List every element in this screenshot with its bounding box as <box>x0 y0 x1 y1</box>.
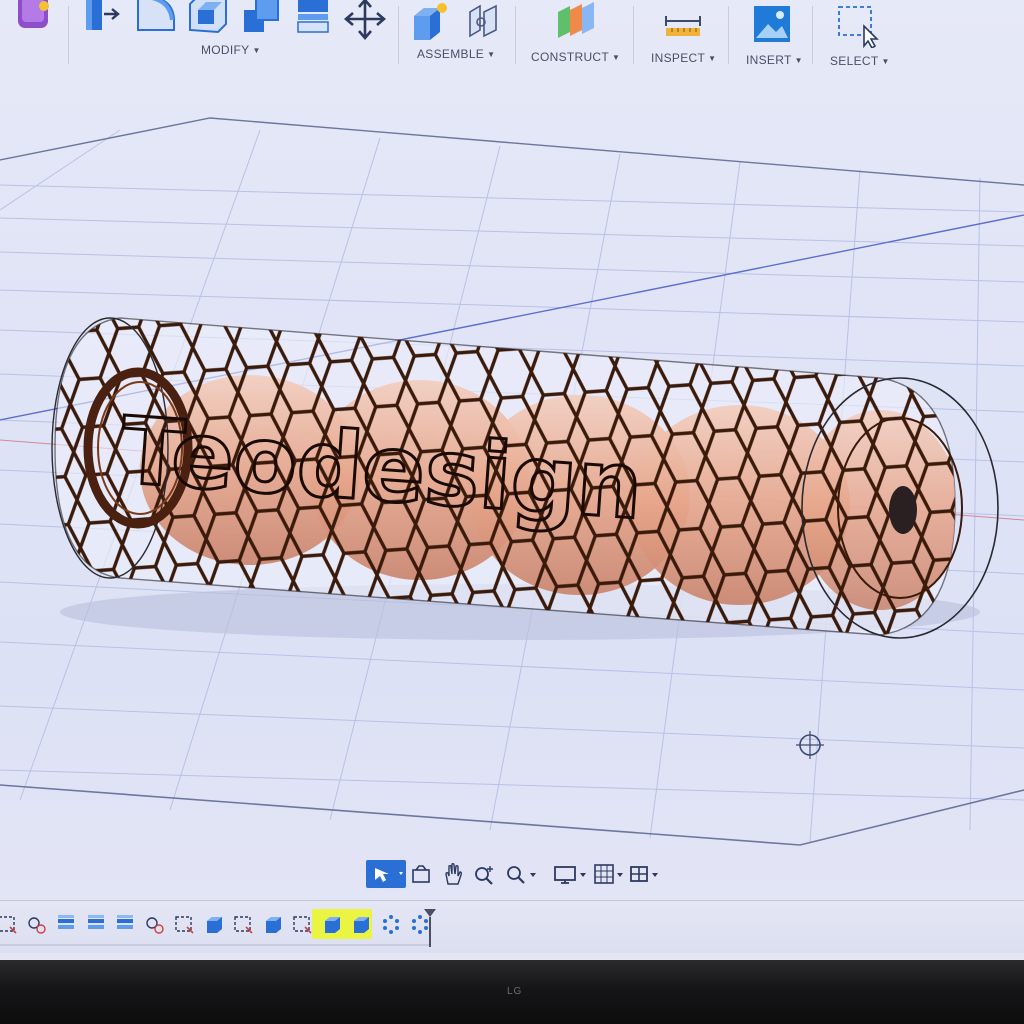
timeline-joint-icon[interactable] <box>26 913 48 935</box>
3d-viewport-canvas[interactable]: Teodesign <box>0 80 1024 860</box>
timeline-bar <box>0 900 1024 953</box>
monitor-brand-logo: LG <box>507 986 523 997</box>
toolbar-separator <box>68 6 69 64</box>
inspect-label: INSPECT <box>651 51 706 65</box>
toolbar-separator <box>812 6 813 64</box>
select-menu[interactable]: SELECT ▼ <box>830 54 890 68</box>
grid-border <box>0 784 1024 846</box>
pan-icon[interactable] <box>442 860 464 888</box>
timeline-joint-icon[interactable] <box>144 913 166 935</box>
create-form-icon[interactable] <box>16 0 54 32</box>
timeline-pattern-icon[interactable] <box>380 913 402 935</box>
assemble-menu[interactable]: ASSEMBLE ▼ <box>417 47 495 61</box>
grid-settings-icon[interactable] <box>592 860 626 888</box>
orbit-center-icon[interactable] <box>796 731 824 759</box>
look-at-icon[interactable] <box>410 860 432 888</box>
move-copy-icon[interactable] <box>344 0 386 40</box>
timeline-body-icon[interactable] <box>203 913 225 935</box>
caret-down-icon: ▼ <box>881 57 890 66</box>
timeline-body-highlighted-icon[interactable] <box>350 913 372 935</box>
caret-down-icon: ▼ <box>708 54 717 63</box>
construct-label: CONSTRUCT <box>531 50 610 64</box>
timeline-sketch-icon[interactable] <box>173 913 195 935</box>
toolbar-separator <box>398 6 399 64</box>
insert-menu[interactable]: INSERT ▼ <box>746 53 803 67</box>
caret-down-icon: ▼ <box>612 53 621 62</box>
timeline-sketch-icon[interactable] <box>232 913 254 935</box>
display-settings-icon[interactable] <box>552 860 590 888</box>
timeline-marker-icon[interactable] <box>422 907 438 949</box>
orbit-icon <box>375 868 403 882</box>
offset-plane-icon[interactable] <box>552 2 598 42</box>
insert-image-icon[interactable] <box>752 4 792 44</box>
orbit-button[interactable] <box>366 860 406 888</box>
end-hole <box>889 486 917 534</box>
construct-menu[interactable]: CONSTRUCT ▼ <box>531 50 620 64</box>
top-toolbar: MODIFY ▼ ASSEMBLE ▼ CONSTRUCT ▼ INSPECT … <box>0 0 1024 80</box>
fusion-window: MODIFY ▼ ASSEMBLE ▼ CONSTRUCT ▼ INSPECT … <box>0 0 1024 960</box>
viewports-icon[interactable] <box>628 860 662 888</box>
zoom-icon[interactable] <box>504 860 538 888</box>
modify-menu[interactable]: MODIFY ▼ <box>201 43 261 57</box>
timeline-sketch-icon[interactable] <box>0 913 18 935</box>
press-pull-icon[interactable] <box>82 0 122 34</box>
insert-label: INSERT <box>746 53 792 67</box>
caret-down-icon: ▼ <box>252 46 261 55</box>
caret-down-icon: ▼ <box>794 56 803 65</box>
navigation-bar <box>360 858 680 890</box>
select-label: SELECT <box>830 54 879 68</box>
monitor-bezel: LG <box>0 960 1024 1024</box>
shell-icon[interactable] <box>186 0 230 36</box>
assemble-label: ASSEMBLE <box>417 47 485 61</box>
timeline-extrude-icon[interactable] <box>55 913 77 935</box>
timeline-extrude-icon[interactable] <box>114 913 136 935</box>
select-window-icon[interactable] <box>836 4 880 48</box>
timeline-extrude-icon[interactable] <box>85 913 107 935</box>
caret-down-icon: ▼ <box>487 50 496 59</box>
measure-icon[interactable] <box>664 10 702 38</box>
inspect-menu[interactable]: INSPECT ▼ <box>651 51 716 65</box>
joint-icon[interactable] <box>464 2 504 40</box>
replace-face-icon[interactable] <box>294 0 332 36</box>
toolbar-separator <box>515 6 516 64</box>
toolbar-separator <box>728 6 729 64</box>
toolbar-separator <box>633 6 634 64</box>
timeline-body-highlighted-icon[interactable] <box>321 913 343 935</box>
timeline-sketch-icon[interactable] <box>291 913 313 935</box>
timeline-body-icon[interactable] <box>262 913 284 935</box>
fillet-icon[interactable] <box>134 0 178 34</box>
combine-icon[interactable] <box>240 0 282 36</box>
modify-label: MODIFY <box>201 43 250 57</box>
new-component-icon[interactable] <box>410 2 450 40</box>
grid-far-edge <box>0 117 1024 186</box>
zoom-window-icon[interactable] <box>472 860 496 888</box>
